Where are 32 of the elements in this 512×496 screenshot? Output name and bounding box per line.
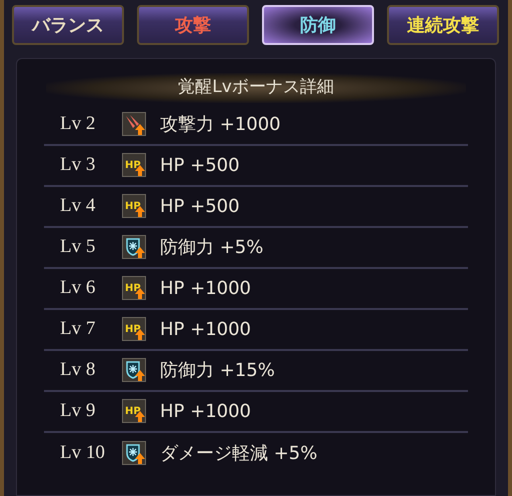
- level-label: Lv 8: [59, 358, 96, 382]
- level-label: Lv 2: [59, 112, 96, 136]
- tab[interactable]: 連続攻撃: [387, 5, 499, 45]
- level-label: Lv 10: [59, 440, 106, 465]
- level-label: Lv 4: [59, 194, 96, 218]
- sword-upgrade-icon: [122, 112, 146, 136]
- hp-upgrade-icon: HP: [122, 153, 146, 177]
- hp-upgrade-icon: HP: [122, 276, 146, 300]
- bonus-text: HP +1000: [160, 400, 252, 424]
- level-label: Lv 5: [59, 234, 96, 259]
- bonus-text: 攻撃力 +1000: [160, 112, 281, 136]
- hp-upgrade-icon: HP: [122, 317, 146, 341]
- level-label: Lv 3: [59, 152, 96, 177]
- bonus-text: HP +1000: [160, 318, 252, 342]
- level-label: Lv 6: [59, 276, 96, 300]
- level-label: Lv 9: [59, 398, 96, 423]
- bonus-text: HP +500: [160, 154, 240, 178]
- hp-upgrade-icon: HP: [122, 194, 146, 218]
- shield-upgrade-icon: [122, 358, 146, 382]
- tab[interactable]: 攻撃: [137, 5, 249, 45]
- bonus-text: 防御力 +5%: [160, 236, 264, 260]
- panel-title: 覚醒Lvボーナス詳細: [46, 73, 466, 102]
- shield-upgrade-icon: [122, 441, 146, 465]
- tab[interactable]: 防御: [262, 5, 374, 45]
- shield-upgrade-icon: [122, 235, 146, 259]
- bonus-text: HP +500: [160, 194, 240, 218]
- level-label: Lv 7: [59, 316, 96, 341]
- tab[interactable]: バランス: [12, 5, 124, 45]
- bonus-text: ダメージ軽減 +5%: [160, 442, 318, 466]
- bonus-text: HP +1000: [160, 276, 252, 300]
- hp-upgrade-icon: HP: [122, 399, 146, 423]
- bonus-text: 防御力 +15%: [160, 358, 275, 382]
